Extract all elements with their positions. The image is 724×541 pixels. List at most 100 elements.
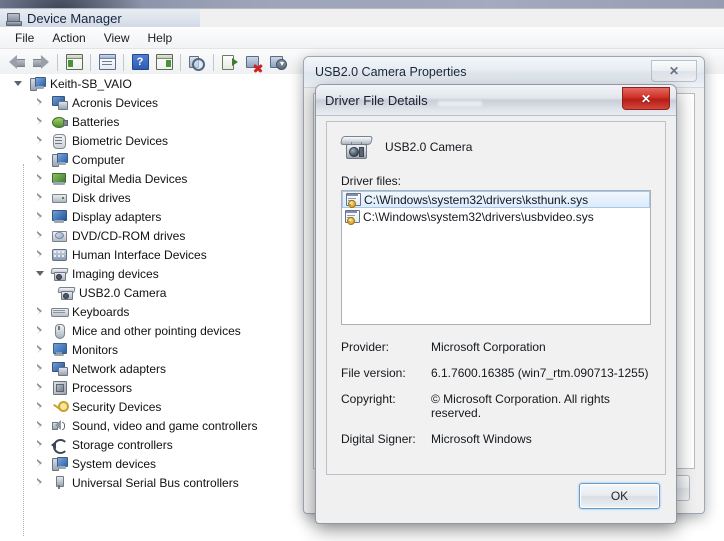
storage-controller-icon — [51, 437, 67, 452]
fingerprint-icon — [51, 133, 67, 148]
menu-file[interactable]: File — [6, 29, 43, 47]
tree-item-label: Computer — [72, 153, 125, 167]
chevron-right-icon[interactable] — [36, 326, 45, 335]
toolbar-uninstall-button[interactable] — [266, 51, 290, 73]
chevron-right-icon[interactable] — [36, 117, 45, 126]
chevron-right-icon[interactable] — [36, 212, 45, 221]
titlebar-inner: Device Manager — [0, 9, 200, 27]
menu-view[interactable]: View — [95, 29, 139, 47]
driver-file-icon — [346, 193, 361, 207]
tree-item-label: USB2.0 Camera — [79, 286, 166, 300]
close-icon[interactable]: ✕ — [651, 60, 697, 82]
toolbar-console-tree-button[interactable] — [62, 51, 86, 73]
tree-item-label: Imaging devices — [72, 267, 159, 281]
network-adapter-icon — [51, 361, 67, 376]
tree-item-label: Keith-SB_VAIO — [50, 77, 132, 91]
processor-icon — [51, 380, 67, 395]
display-adapter-icon — [51, 209, 67, 224]
driver-file-path: C:\Windows\system32\drivers\usbvideo.sys — [363, 210, 594, 224]
dialog-title: Driver File Details — [325, 93, 428, 108]
show-hide-action-pane-icon — [156, 54, 173, 70]
ok-button[interactable]: OK — [579, 483, 660, 509]
detail-row-copyright: Copyright: © Microsoft Corporation. All … — [341, 392, 651, 420]
tree-item-label: Universal Serial Bus controllers — [72, 476, 239, 490]
list-item[interactable]: C:\Windows\system32\drivers\ksthunk.sys — [342, 191, 650, 208]
detail-label: Provider: — [341, 340, 431, 354]
properties-title: USB2.0 Camera Properties — [315, 65, 466, 79]
system-device-icon — [51, 456, 67, 471]
driver-file-details-titlebar[interactable]: Driver File Details ✕ — [316, 85, 676, 116]
tree-item-label: Storage controllers — [72, 438, 173, 452]
monitor-icon — [51, 342, 67, 357]
menu-action[interactable]: Action — [43, 29, 94, 47]
chevron-right-icon[interactable] — [36, 193, 45, 202]
toolbar-separator — [123, 54, 124, 71]
tree-item-label: Digital Media Devices — [72, 172, 187, 186]
help-icon: ? — [132, 54, 149, 70]
device-manager-titlebar[interactable]: Device Manager — [0, 9, 724, 27]
forward-arrow-icon — [32, 55, 50, 69]
tree-item-label: Processors — [72, 381, 132, 395]
uninstall-device-icon — [270, 55, 286, 69]
detail-label: File version: — [341, 366, 431, 380]
chevron-right-icon[interactable] — [36, 231, 45, 240]
computer-icon — [6, 11, 21, 25]
chevron-right-icon[interactable] — [36, 440, 45, 449]
chevron-right-icon[interactable] — [36, 459, 45, 468]
close-icon[interactable]: ✕ — [622, 87, 670, 110]
chevron-right-icon[interactable] — [36, 345, 45, 354]
driver-files-label: Driver files: — [341, 174, 401, 188]
toolbar-properties-button[interactable] — [95, 51, 119, 73]
scan-for-hardware-changes-icon — [189, 55, 205, 69]
window-title: Device Manager — [27, 11, 122, 26]
disable-device-icon — [246, 55, 262, 69]
driver-file-details-dialog[interactable]: Driver File Details ✕ USB2.0 Camera Driv… — [315, 84, 677, 524]
toolbar-scan-button[interactable] — [185, 51, 209, 73]
tree-item-label: Biometric Devices — [72, 134, 168, 148]
toolbar-separator — [180, 54, 181, 71]
chevron-right-icon[interactable] — [36, 136, 45, 145]
toolbar-help-button[interactable]: ? — [128, 51, 152, 73]
computer-icon — [51, 152, 67, 167]
chevron-right-icon[interactable] — [36, 98, 45, 107]
chevron-right-icon[interactable] — [36, 421, 45, 430]
toolbar-forward-button[interactable] — [29, 51, 53, 73]
tree-item-label: Acronis Devices — [72, 96, 158, 110]
chevron-right-icon[interactable] — [36, 364, 45, 373]
expand-arrow-icon[interactable] — [36, 269, 45, 278]
disk-drive-icon — [51, 190, 67, 205]
driver-details-panel: Provider: Microsoft Corporation File ver… — [341, 340, 651, 458]
toolbar-update-driver-button[interactable] — [218, 51, 242, 73]
toolbar-separator — [90, 54, 91, 71]
chevron-right-icon[interactable] — [36, 174, 45, 183]
detail-value: Microsoft Windows — [431, 432, 532, 446]
toolbar-back-button[interactable] — [5, 51, 29, 73]
chevron-right-icon[interactable] — [36, 307, 45, 316]
tree-item-label: Display adapters — [72, 210, 161, 224]
detail-row-provider: Provider: Microsoft Corporation — [341, 340, 651, 354]
toolbar-separator — [57, 54, 58, 71]
keyboard-icon — [51, 304, 67, 319]
properties-icon — [99, 54, 116, 70]
chevron-right-icon[interactable] — [36, 250, 45, 259]
menu-help[interactable]: Help — [139, 29, 182, 47]
expand-arrow-icon[interactable] — [14, 79, 23, 88]
chevron-right-icon[interactable] — [36, 155, 45, 164]
chevron-right-icon[interactable] — [36, 478, 45, 487]
speaker-icon — [51, 418, 67, 433]
device-name: USB2.0 Camera — [385, 140, 472, 154]
chevron-right-icon[interactable] — [36, 402, 45, 411]
toolbar-separator — [213, 54, 214, 71]
detail-value: 6.1.7600.16385 (win7_rtm.090713-1255) — [431, 366, 649, 380]
driver-file-path: C:\Windows\system32\drivers\ksthunk.sys — [364, 193, 588, 207]
camera-icon — [58, 285, 74, 300]
driver-files-listbox[interactable]: C:\Windows\system32\drivers\ksthunk.sys … — [341, 190, 651, 325]
toolbar-action-pane-button[interactable] — [152, 51, 176, 73]
list-item[interactable]: C:\Windows\system32\drivers\usbvideo.sys — [342, 208, 650, 225]
camera-icon — [341, 134, 371, 160]
device-header: USB2.0 Camera — [341, 134, 472, 160]
chevron-right-icon[interactable] — [36, 383, 45, 392]
detail-value: © Microsoft Corporation. All rights rese… — [431, 392, 651, 420]
driver-file-details-body: USB2.0 Camera Driver files: C:\Windows\s… — [326, 121, 666, 475]
toolbar-disable-button[interactable] — [242, 51, 266, 73]
